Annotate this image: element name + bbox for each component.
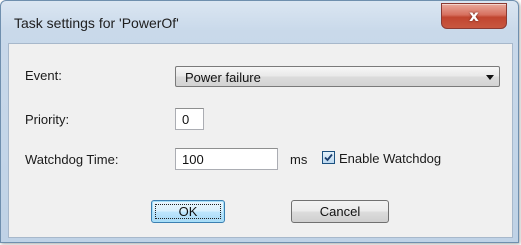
- task-settings-dialog: Task settings for 'PowerOf' x Event: Pow…: [0, 0, 519, 243]
- enable-watchdog-label[interactable]: Enable Watchdog: [339, 151, 441, 166]
- focus-indicator: [155, 204, 221, 219]
- chevron-down-icon: [486, 75, 494, 80]
- ok-button[interactable]: OK: [151, 200, 225, 223]
- close-icon: x: [469, 7, 479, 25]
- watchdog-unit-label: ms: [290, 152, 308, 167]
- close-button[interactable]: x: [441, 3, 507, 29]
- event-dropdown[interactable]: Power failure: [175, 66, 500, 87]
- cancel-button-label: Cancel: [319, 204, 361, 219]
- event-label: Event:: [25, 68, 62, 83]
- event-selected-value: Power failure: [185, 70, 261, 85]
- watchdog-time-input[interactable]: 100: [175, 148, 278, 170]
- title-bar[interactable]: Task settings for 'PowerOf' x: [1, 1, 518, 43]
- watchdog-time-label: Watchdog Time:: [25, 152, 119, 167]
- dialog-title: Task settings for 'PowerOf': [14, 15, 179, 31]
- dialog-body: Event: Power failure Priority: 0 Watchdo…: [8, 43, 513, 238]
- priority-input[interactable]: 0: [175, 108, 204, 130]
- cancel-button[interactable]: Cancel: [291, 200, 389, 223]
- priority-label: Priority:: [25, 112, 70, 127]
- enable-watchdog-checkbox[interactable]: [322, 151, 335, 164]
- checkmark-icon: [324, 153, 333, 162]
